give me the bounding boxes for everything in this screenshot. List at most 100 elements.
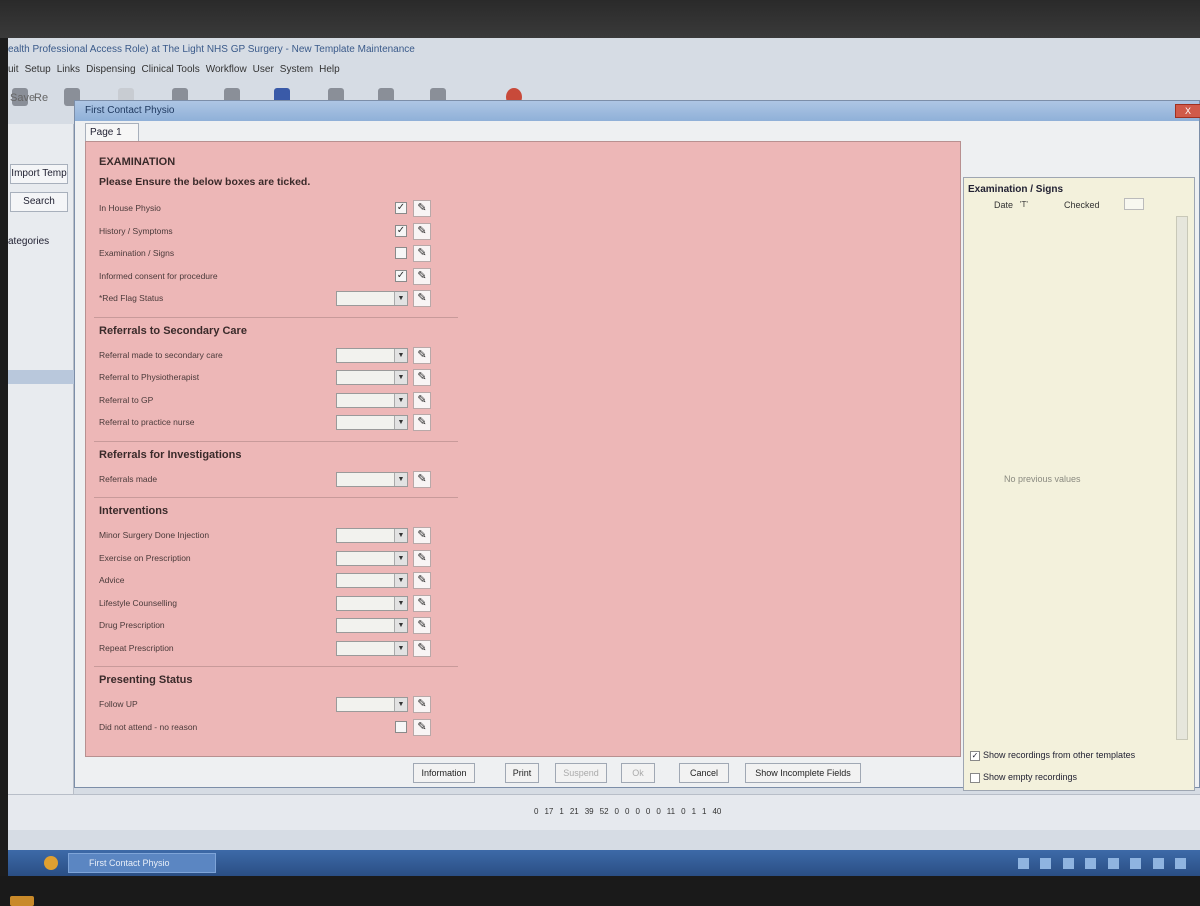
cancel-button[interactable]: Cancel [679, 763, 729, 783]
tray-folder-icon[interactable] [1018, 858, 1029, 870]
tray-update-icon[interactable] [1130, 858, 1142, 870]
field-checkbox[interactable] [395, 720, 407, 733]
search-button[interactable]: Search [10, 192, 68, 212]
menu-item[interactable]: uit [8, 64, 19, 75]
status-counters: 0 17 1 21 39 52 0 0 0 0 0 11 0 1 1 40 [534, 807, 727, 821]
import-template-button[interactable]: Import Temp [10, 164, 68, 184]
field-dropdown[interactable]: ▼ [336, 415, 408, 430]
monitor-power-led [10, 896, 34, 906]
section-divider [94, 666, 458, 667]
show-empty-option[interactable]: Show empty recordings [970, 772, 1077, 783]
chevron-down-icon[interactable]: ▼ [394, 393, 407, 407]
edit-pen-icon[interactable]: ✎ [413, 245, 431, 262]
edit-pen-icon[interactable]: ✎ [413, 549, 431, 567]
field-checkbox[interactable]: ✓ [395, 269, 407, 282]
edit-pen-icon[interactable]: ✎ [413, 718, 431, 736]
edit-pen-icon[interactable]: ✎ [413, 369, 431, 386]
field-label: Informed consent for procedure [99, 270, 218, 281]
show-other-templates-checkbox[interactable]: ✓ [970, 750, 980, 761]
edit-pen-icon[interactable]: ✎ [413, 414, 431, 431]
chevron-down-icon[interactable]: ▼ [394, 416, 407, 429]
edit-pen-icon[interactable]: ✎ [413, 200, 431, 217]
chevron-down-icon[interactable]: ▼ [394, 292, 407, 305]
column-extra[interactable] [1124, 198, 1144, 210]
field-dropdown[interactable]: ▼ [336, 370, 408, 385]
information-button[interactable]: Information [413, 763, 475, 783]
chevron-down-icon[interactable]: ▼ [394, 619, 407, 632]
edit-pen-icon[interactable]: ✎ [413, 222, 431, 240]
menu-item[interactable]: Links [57, 64, 80, 75]
menu-item[interactable]: Workflow [206, 64, 247, 75]
field-checkbox[interactable]: ✓ [395, 202, 407, 214]
screen: ealth Professional Access Role) at The L… [8, 38, 1200, 876]
suspend-button[interactable]: Suspend [555, 763, 607, 783]
chevron-down-icon[interactable]: ▼ [394, 551, 407, 565]
start-button[interactable] [44, 856, 58, 870]
column-date[interactable]: Date [994, 200, 1013, 210]
chevron-down-icon[interactable]: ▼ [394, 348, 407, 362]
field-dropdown[interactable]: ▼ [336, 550, 408, 566]
edit-pen-icon[interactable]: ✎ [413, 617, 431, 634]
chevron-down-icon[interactable]: ▼ [394, 574, 407, 587]
field-dropdown[interactable]: ▼ [336, 640, 408, 656]
tray-network-icon[interactable] [1040, 858, 1052, 870]
edit-pen-icon[interactable]: ✎ [413, 696, 431, 713]
print-button[interactable]: Print [505, 763, 539, 783]
edit-pen-icon[interactable]: ✎ [413, 391, 431, 409]
field-dropdown[interactable]: ▼ [336, 528, 408, 543]
chevron-down-icon[interactable]: ▼ [394, 641, 407, 655]
field-checkbox[interactable] [395, 247, 407, 259]
edit-pen-icon[interactable]: ✎ [413, 290, 431, 307]
status-counter: 17 [544, 807, 554, 816]
monitor-bezel-top [0, 0, 1200, 38]
tray-display-icon[interactable] [1085, 858, 1097, 870]
field-dropdown[interactable]: ▼ [336, 291, 408, 306]
field-dropdown[interactable]: ▼ [336, 573, 408, 588]
chevron-down-icon[interactable]: ▼ [394, 472, 407, 486]
close-button[interactable]: X [1175, 104, 1200, 118]
history-scrollbar[interactable] [1176, 216, 1188, 740]
chevron-down-icon[interactable]: ▼ [394, 529, 407, 542]
menu-item[interactable]: System [280, 64, 313, 75]
toolbar-label-re: Re [34, 92, 49, 104]
status-counter: 0 [656, 807, 661, 816]
edit-pen-icon[interactable]: ✎ [413, 527, 431, 544]
tray-security-icon[interactable] [1062, 858, 1074, 870]
menu-item[interactable]: Dispensing [86, 64, 135, 75]
tray-flag-icon[interactable] [1175, 858, 1187, 870]
menu-bar: uit Setup Links Dispensing Clinical Tools Wor… [8, 64, 346, 75]
show-incomplete-fields-button[interactable]: Show Incomplete Fields [745, 763, 861, 783]
edit-pen-icon[interactable]: ✎ [413, 346, 431, 364]
categories-label: ategories [8, 236, 50, 247]
chevron-down-icon[interactable]: ▼ [394, 371, 407, 384]
tray-monitor-icon[interactable] [1107, 858, 1119, 870]
field-dropdown[interactable]: ▼ [336, 697, 408, 712]
edit-pen-icon[interactable]: ✎ [413, 470, 431, 488]
menu-item[interactable]: Setup [25, 64, 51, 75]
field-dropdown[interactable]: ▼ [336, 618, 408, 633]
menu-item[interactable]: Help [319, 64, 340, 75]
taskbar-item[interactable]: First Contact Physio [68, 853, 216, 873]
ok-button[interactable]: Ok [621, 763, 655, 783]
chevron-down-icon[interactable]: ▼ [394, 698, 407, 711]
menu-item[interactable]: User [253, 64, 274, 75]
edit-pen-icon[interactable]: ✎ [413, 639, 431, 657]
section-divider [94, 497, 458, 498]
show-other-templates-option[interactable]: ✓ Show recordings from other templates [970, 750, 1135, 761]
menu-item[interactable]: Clinical Tools [142, 64, 200, 75]
selected-category-row[interactable] [8, 370, 74, 384]
system-tray [1018, 855, 1193, 871]
field-checkbox[interactable]: ✓ [395, 224, 407, 237]
edit-pen-icon[interactable]: ✎ [413, 594, 431, 612]
field-dropdown[interactable]: ▼ [336, 471, 408, 487]
edit-pen-icon[interactable]: ✎ [413, 267, 431, 285]
field-dropdown[interactable]: ▼ [336, 595, 408, 611]
tray-volume-icon[interactable] [1152, 858, 1164, 870]
column-checked[interactable]: Checked [1064, 200, 1100, 210]
show-empty-checkbox[interactable] [970, 772, 980, 783]
field-dropdown[interactable]: ▼ [336, 392, 408, 408]
field-dropdown[interactable]: ▼ [336, 347, 408, 363]
edit-pen-icon[interactable]: ✎ [413, 572, 431, 589]
tab-page-1[interactable]: Page 1 [85, 123, 139, 141]
chevron-down-icon[interactable]: ▼ [394, 596, 407, 610]
